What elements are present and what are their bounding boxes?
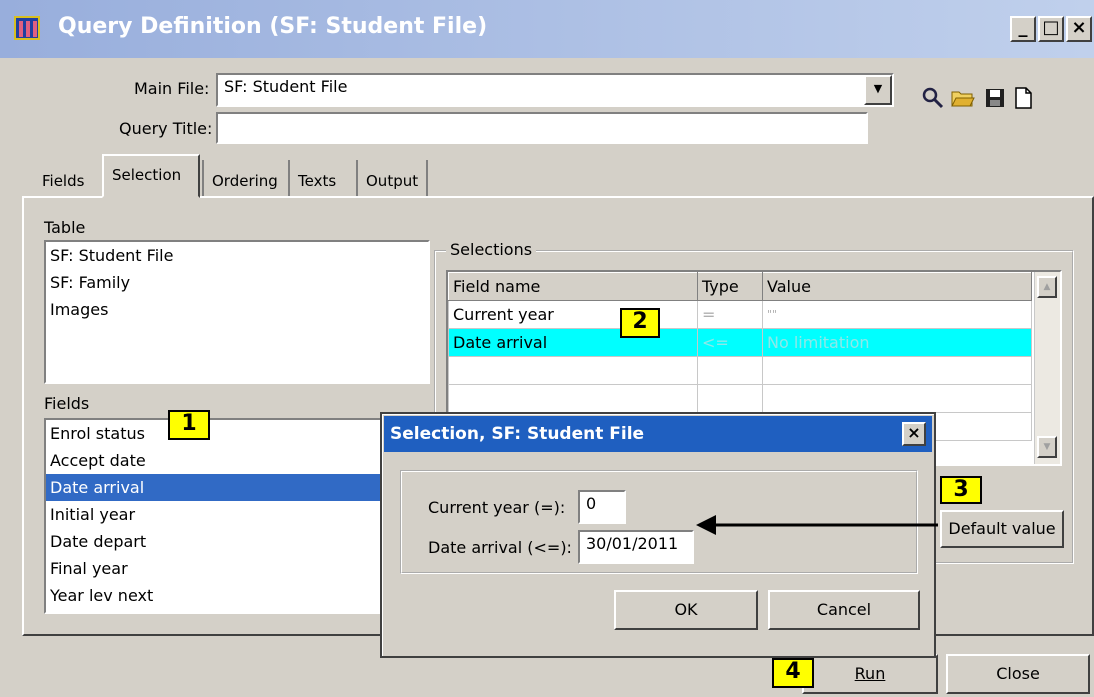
cell-value[interactable]: "" [762,300,1032,329]
tab-fields[interactable]: Fields [34,160,92,196]
callout-badge: 2 [620,308,660,338]
dialog-close-button[interactable]: × [902,422,926,446]
field-item-selected[interactable]: Date arrival [46,474,428,501]
query-title-input[interactable] [216,112,868,144]
field-item[interactable]: Enrol status [46,420,428,447]
query-title-label: Query Title: [119,119,213,138]
table-row[interactable] [448,384,1032,413]
callout-badge: 3 [940,476,982,504]
scroll-down-icon[interactable]: ▼ [1037,436,1057,458]
default-value-button[interactable]: Default value [940,510,1064,548]
table-label: Table [44,218,86,237]
main-file-dropdown-button[interactable]: ▼ [864,75,892,105]
field-item[interactable]: Accept date [46,447,428,474]
callout-badge: 4 [772,658,814,688]
run-label: Run [854,664,886,683]
open-folder-icon[interactable] [950,86,976,112]
window-title: Query Definition (SF: Student File) [58,14,488,39]
new-document-icon[interactable] [1010,86,1036,112]
fields-label: Fields [44,394,90,413]
current-year-label: Current year (=): [428,498,566,517]
cell-field-name[interactable]: Date arrival [448,328,698,357]
current-year-input[interactable]: 0 [578,490,626,524]
table-row[interactable] [448,356,1032,385]
save-icon[interactable] [982,86,1008,112]
field-item[interactable]: Date depart [46,528,428,555]
tab-ordering[interactable]: Ordering [202,160,286,196]
main-file-label: Main File: [134,79,210,98]
minimize-button[interactable]: _ [1010,16,1036,42]
app-icon [14,16,40,40]
field-item[interactable]: Initial year [46,501,428,528]
main-file-select[interactable]: SF: Student File [216,73,894,107]
callout-badge: 1 [168,410,210,440]
column-header-value[interactable]: Value [762,272,1032,301]
cell-type[interactable]: <= [697,328,763,357]
fields-list[interactable]: Enrol status Accept date Date arrival In… [44,418,430,614]
tab-output[interactable]: Output [356,160,429,196]
field-item[interactable]: Final year [46,555,428,582]
table-list[interactable]: SF: Student File SF: Family Images [44,240,430,384]
date-arrival-input[interactable]: 30/01/2011 [578,530,694,564]
close-window-button[interactable]: × [1066,16,1092,42]
selections-label: Selections [446,240,537,259]
date-arrival-label: Date arrival (<=): [428,538,572,557]
grid-scrollbar[interactable]: ▲ ▼ [1034,272,1060,464]
table-row-highlighted[interactable]: Date arrival <= No limitation [448,328,1032,357]
main-file-value: SF: Student File [224,77,348,96]
field-item[interactable]: Year lev next [46,582,428,609]
cell-value[interactable]: No limitation [762,328,1032,357]
tab-texts[interactable]: Texts [288,160,344,196]
cell-field-name[interactable]: Current year [448,300,698,329]
table-row[interactable]: Current year = "" [448,300,1032,329]
scroll-up-icon[interactable]: ▲ [1037,276,1057,298]
dialog-title: Selection, SF: Student File [384,416,932,452]
table-item[interactable]: SF: Family [46,269,428,296]
tab-selection[interactable]: Selection [102,154,200,198]
column-header-field-name[interactable]: Field name [448,272,698,301]
table-item[interactable]: SF: Student File [46,242,428,269]
table-item[interactable]: Images [46,296,428,323]
arrow-annotation [696,515,938,535]
close-button[interactable]: Close [946,654,1090,694]
cancel-button[interactable]: Cancel [768,590,920,630]
maximize-button[interactable]: □ [1038,16,1064,42]
column-header-type[interactable]: Type [697,272,763,301]
search-icon[interactable] [920,86,946,112]
ok-button[interactable]: OK [614,590,758,630]
cell-type[interactable]: = [697,300,763,329]
run-button[interactable]: Run [802,654,938,694]
